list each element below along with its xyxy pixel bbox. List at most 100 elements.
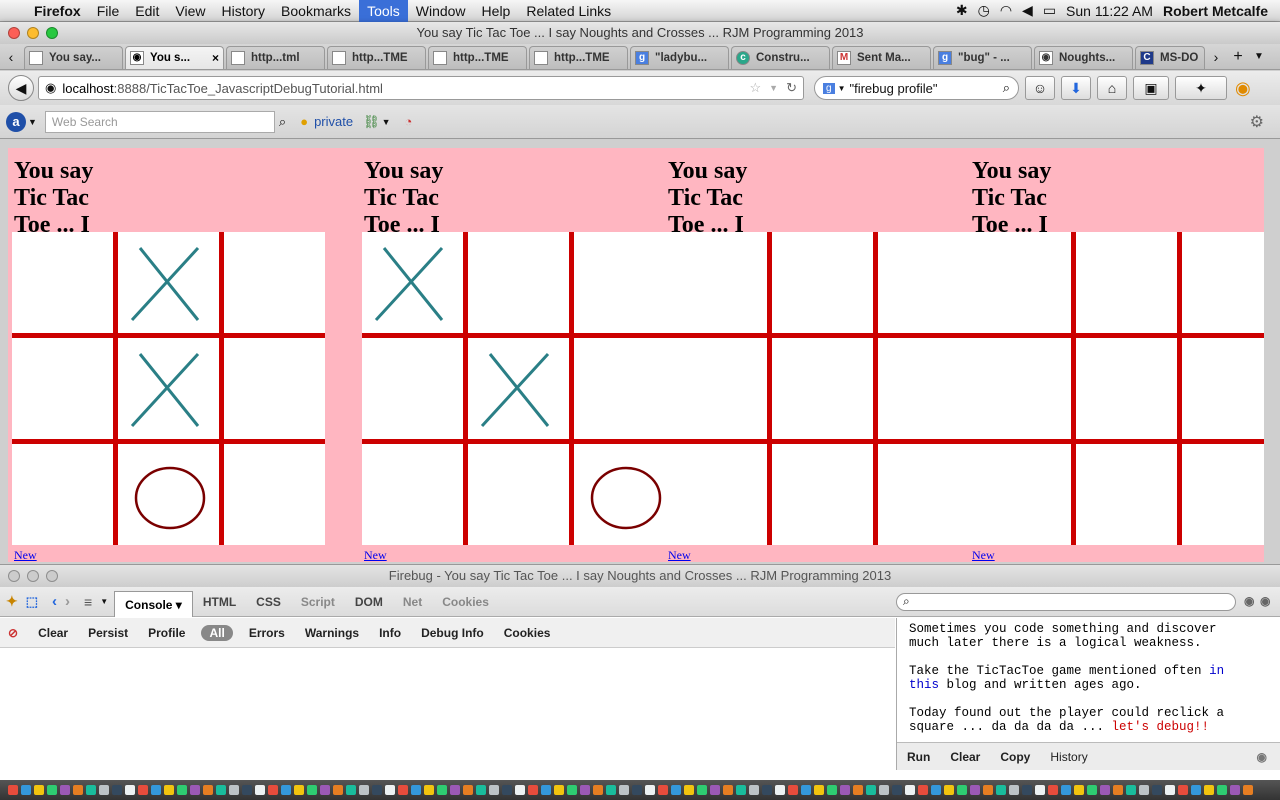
timer-icon[interactable]: ◔ (405, 114, 413, 129)
dock-app-icon[interactable] (970, 785, 980, 795)
board-cell[interactable] (878, 232, 979, 333)
dock-app-icon[interactable] (294, 785, 304, 795)
gear-icon[interactable]: ⚙ (1250, 112, 1264, 132)
dock-app-icon[interactable] (476, 785, 486, 795)
dock-app-icon[interactable] (710, 785, 720, 795)
dock-app-icon[interactable] (463, 785, 473, 795)
dock-app-icon[interactable] (411, 785, 421, 795)
addon-status-icon[interactable]: ◉ (1235, 78, 1251, 99)
firebug-toolbar-icon[interactable]: ✦ (1175, 76, 1227, 100)
dock-app-icon[interactable] (996, 785, 1006, 795)
dock-app-icon[interactable] (866, 785, 876, 795)
dock-app-icon[interactable] (47, 785, 57, 795)
inspect-icon[interactable]: ⬚ (26, 594, 38, 610)
user-name[interactable]: Robert Metcalfe (1163, 3, 1268, 19)
history-button[interactable]: History (1040, 750, 1097, 764)
minimize-window-icon[interactable] (27, 570, 39, 582)
wifi-icon[interactable]: ◠ (1000, 2, 1012, 19)
new-game-link[interactable]: New game (972, 548, 998, 562)
new-game-link[interactable]: New game (668, 548, 694, 562)
board-cell[interactable] (1182, 338, 1264, 439)
dock-app-icon[interactable] (593, 785, 603, 795)
dock-app-icon[interactable] (580, 785, 590, 795)
tab[interactable]: M Sent Ma... (832, 46, 931, 69)
dock-app-icon[interactable] (203, 785, 213, 795)
search-icon[interactable]: ⌕ (279, 114, 286, 130)
dock-app-icon[interactable] (333, 785, 343, 795)
dock-app-icon[interactable] (1022, 785, 1032, 795)
menu-bookmarks[interactable]: Bookmarks (273, 0, 359, 22)
dock-app-icon[interactable] (385, 785, 395, 795)
dock-app-icon[interactable] (86, 785, 96, 795)
dock-app-icon[interactable] (606, 785, 616, 795)
search-icon[interactable]: ⌕ (1003, 80, 1010, 96)
url-bar[interactable]: ◉ localhost:8888/TicTacToe_JavascriptDeb… (38, 76, 804, 100)
dock-app-icon[interactable] (424, 785, 434, 795)
board-cell[interactable] (878, 444, 979, 545)
firebug-icon[interactable]: ✦ (6, 593, 18, 610)
bookmark-star-icon[interactable]: ☆ (750, 80, 762, 96)
downloads-icon[interactable]: ⬇ (1061, 76, 1091, 100)
dock-app-icon[interactable] (983, 785, 993, 795)
board-cell[interactable] (118, 338, 219, 439)
tab-selected[interactable]: ◉ You s... × (125, 46, 224, 69)
board-cell[interactable] (12, 232, 113, 333)
menu-icon[interactable]: ≡ (84, 594, 92, 610)
dock-app-icon[interactable] (1204, 785, 1214, 795)
apple-icon[interactable] (0, 0, 26, 22)
dropdown-icon[interactable]: ▼ (100, 597, 108, 606)
break-on-error-icon[interactable]: ⊘ (8, 626, 18, 640)
dock-app-icon[interactable] (1061, 785, 1071, 795)
dock-app-icon[interactable] (736, 785, 746, 795)
addon-button[interactable]: ☺ (1025, 76, 1055, 100)
dock-app-icon[interactable] (255, 785, 265, 795)
dock-app-icon[interactable] (567, 785, 577, 795)
board-cell[interactable] (1076, 338, 1177, 439)
menu-view[interactable]: View (167, 0, 213, 22)
dock-app-icon[interactable] (645, 785, 655, 795)
dock-app-icon[interactable] (34, 785, 44, 795)
board-cell[interactable] (118, 232, 219, 333)
home-icon[interactable]: ⌂ (1097, 76, 1127, 100)
dock-app-icon[interactable] (840, 785, 850, 795)
dock-app-icon[interactable] (398, 785, 408, 795)
search-engine-dropdown-icon[interactable]: ▼ (838, 84, 846, 93)
dock-app-icon[interactable] (684, 785, 694, 795)
dock-app-icon[interactable] (60, 785, 70, 795)
dock-app-icon[interactable] (1126, 785, 1136, 795)
search-bar[interactable]: g ▼ "firebug profile" ⌕ (814, 76, 1019, 100)
app-menu[interactable]: Firefox (26, 0, 89, 22)
menu-help[interactable]: Help (474, 0, 519, 22)
dock-app-icon[interactable] (632, 785, 642, 795)
board-cell[interactable] (666, 444, 767, 545)
dock-app-icon[interactable] (1191, 785, 1201, 795)
new-game-link[interactable]: New game (364, 548, 390, 562)
minimize-window-icon[interactable] (27, 27, 39, 39)
dock-app-icon[interactable] (892, 785, 902, 795)
board-cell[interactable] (12, 444, 113, 545)
board-cell[interactable] (362, 444, 463, 545)
minimize-panel-icon[interactable]: ◉ (1244, 594, 1254, 608)
tab-dom[interactable]: DOM (345, 595, 393, 609)
new-game-link[interactable]: New game (14, 548, 40, 562)
board-cell[interactable] (574, 232, 675, 333)
copy-button[interactable]: Copy (990, 750, 1040, 764)
dock-app-icon[interactable] (346, 785, 356, 795)
battery-icon[interactable]: ▭ (1043, 2, 1056, 19)
tab-net[interactable]: Net (393, 595, 432, 609)
dropdown-icon[interactable]: ▼ (28, 117, 37, 127)
dock-app-icon[interactable] (762, 785, 772, 795)
close-window-icon[interactable] (8, 27, 20, 39)
tab[interactable]: ◉ Noughts... (1034, 46, 1133, 69)
dock-app-icon[interactable] (541, 785, 551, 795)
board-cell[interactable] (224, 232, 325, 333)
dock-app-icon[interactable] (1100, 785, 1110, 795)
dock-app-icon[interactable] (515, 785, 525, 795)
command-editor-text[interactable]: Sometimes you code something and discove… (909, 622, 1249, 748)
dock-app-icon[interactable] (229, 785, 239, 795)
dock-app-icon[interactable] (450, 785, 460, 795)
time-machine-icon[interactable]: ◷ (978, 2, 990, 19)
menu-file[interactable]: File (89, 0, 128, 22)
dock-app-icon[interactable] (814, 785, 824, 795)
dock-app-icon[interactable] (1178, 785, 1188, 795)
